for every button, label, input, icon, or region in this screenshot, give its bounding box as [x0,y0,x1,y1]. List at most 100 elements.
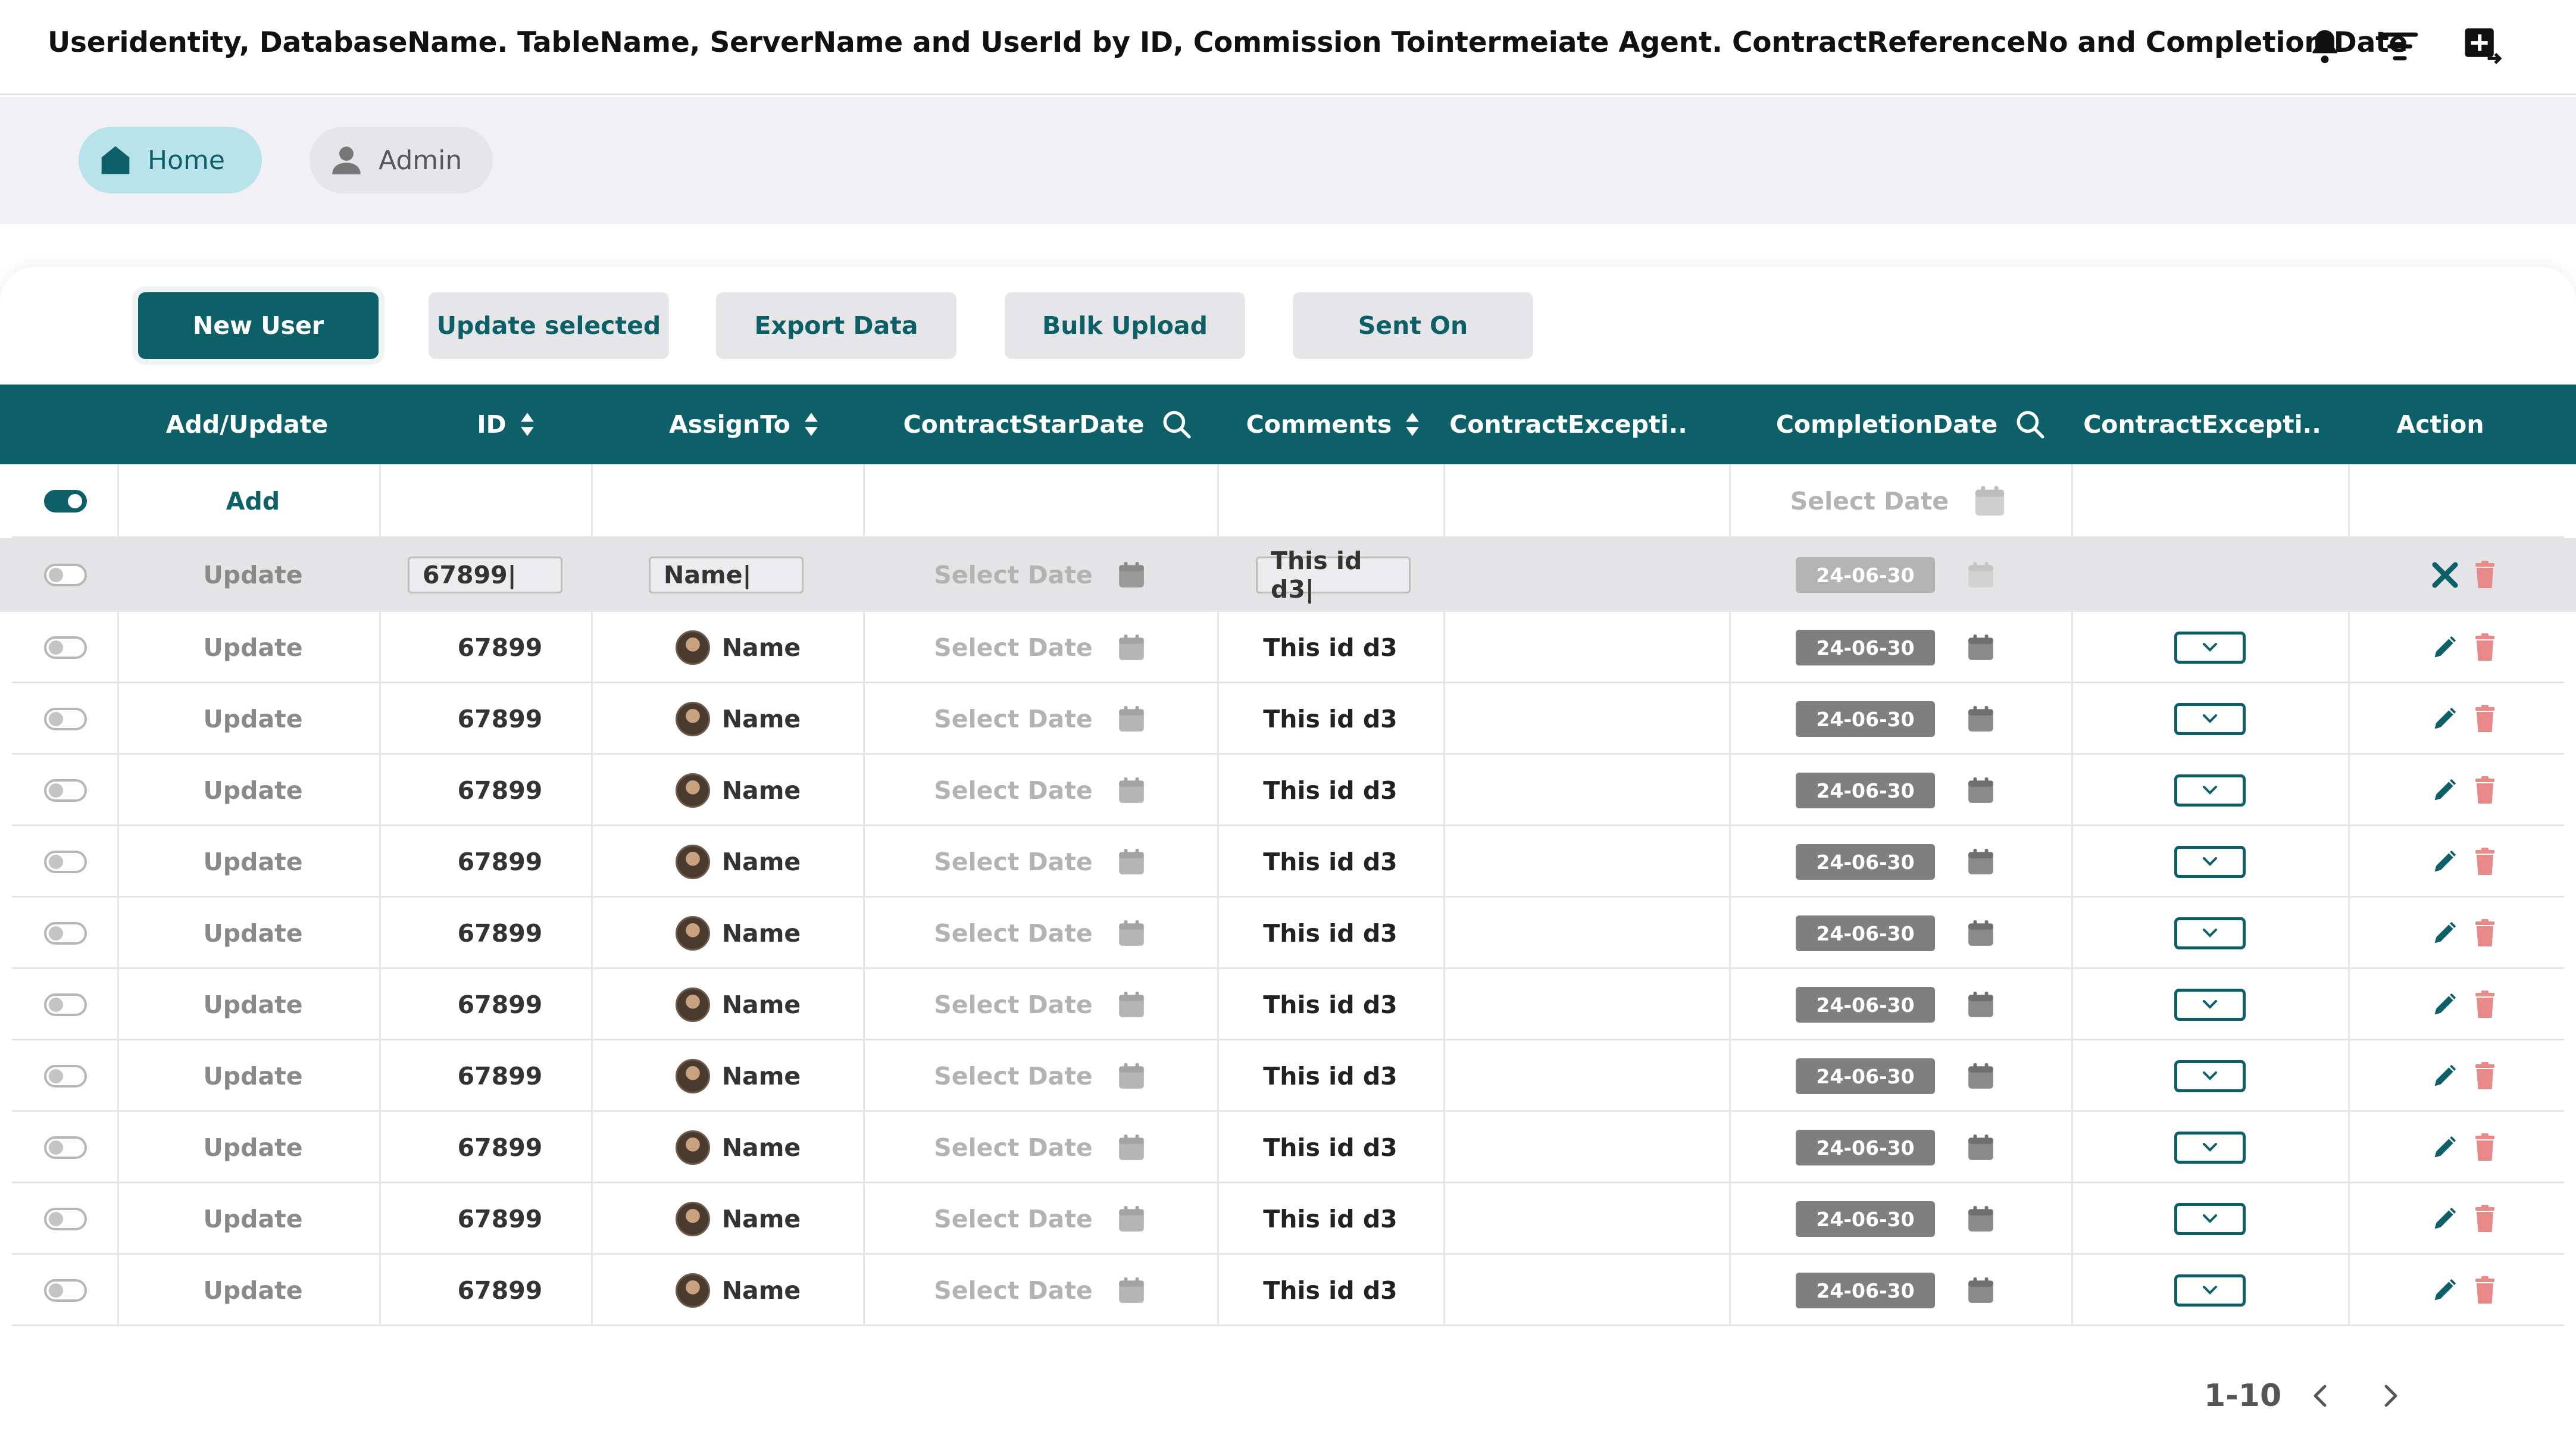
calendar-icon[interactable] [1117,918,1146,948]
start-date-placeholder[interactable]: Select Date [934,705,1092,733]
edit-icon[interactable] [2431,992,2458,1018]
calendar-icon[interactable] [1966,1061,1996,1091]
contract-exception-dropdown[interactable] [2174,917,2246,949]
update-link[interactable]: Update [203,990,302,1019]
completion-date-badge[interactable]: 24-06-30 [1796,987,1935,1023]
col-contract-start-date[interactable]: ContractStarDate [863,385,1232,464]
contract-exception-dropdown[interactable] [2174,1132,2246,1164]
chevron-right-icon[interactable] [2370,1375,2412,1417]
bulk-upload-button[interactable]: Bulk Upload [1005,292,1245,359]
row-toggle[interactable] [44,636,87,659]
col-id[interactable]: ID [393,385,619,464]
calendar-icon[interactable] [1966,847,1996,877]
trash-icon[interactable] [2473,990,2497,1020]
sort-icon[interactable] [520,411,535,438]
update-link[interactable]: Update [203,776,302,805]
sort-icon[interactable] [804,411,819,438]
edit-icon[interactable] [2431,1206,2458,1232]
calendar-icon[interactable] [1966,1133,1996,1162]
trash-icon[interactable] [2473,1061,2497,1091]
contract-exception-dropdown[interactable] [2174,1060,2246,1092]
row-toggle[interactable] [44,1208,87,1230]
calendar-icon[interactable] [1117,1276,1146,1305]
update-link[interactable]: Update [203,1276,302,1305]
start-date-placeholder[interactable]: Select Date [934,1062,1092,1090]
calendar-icon[interactable] [1117,990,1146,1020]
update-link[interactable]: Update [203,705,302,733]
start-date-placeholder[interactable]: Select Date [934,633,1092,662]
completion-date-badge[interactable]: 24-06-30 [1796,915,1935,951]
start-date-placeholder[interactable]: Select Date [934,848,1092,876]
export-data-button[interactable]: Export Data [716,292,956,359]
edit-icon[interactable] [2431,849,2458,875]
contract-exception-dropdown[interactable] [2174,703,2246,735]
bell-icon[interactable] [2299,20,2351,73]
completion-date-placeholder[interactable]: Select Date [1790,487,1949,515]
new-user-button[interactable]: New User [138,292,379,359]
update-link[interactable]: Update [203,848,302,876]
edit-icon[interactable] [2431,1277,2458,1304]
row-toggle[interactable] [44,1065,87,1088]
calendar-icon[interactable] [1966,990,1996,1020]
trash-icon[interactable] [2473,776,2497,805]
nav-admin-tab[interactable]: Admin [310,127,493,193]
sent-on-button[interactable]: Sent On [1293,292,1533,359]
cancel-edit-icon[interactable] [2431,561,2459,589]
calendar-icon[interactable] [1966,1204,1996,1234]
search-icon[interactable] [1162,410,1192,439]
update-link[interactable]: Update [203,1205,302,1233]
start-date-placeholder[interactable]: Select Date [934,919,1092,948]
calendar-icon[interactable] [1117,1204,1146,1234]
edit-icon[interactable] [2431,920,2458,946]
row-toggle[interactable] [44,993,87,1016]
completion-date-badge[interactable]: 24-06-30 [1796,773,1935,808]
calendar-icon[interactable] [1966,1276,1996,1305]
row-toggle[interactable] [44,851,87,873]
calendar-icon[interactable] [1117,847,1146,877]
calendar-icon[interactable] [1966,560,1996,590]
row-toggle[interactable] [44,1136,87,1159]
completion-date-badge[interactable]: 24-06-30 [1796,630,1935,665]
nav-home-tab[interactable]: Home [79,127,262,193]
update-link[interactable]: Update [203,1062,302,1090]
contract-exception-dropdown[interactable] [2174,1203,2246,1235]
col-completion-date[interactable]: CompletionDate [1744,385,2077,464]
name-edit-input[interactable]: Name| [649,557,804,593]
export-file-icon[interactable] [2457,20,2509,73]
trash-icon[interactable] [2473,918,2497,948]
calendar-icon[interactable] [1117,1061,1146,1091]
calendar-icon[interactable] [1966,704,1996,734]
start-date-placeholder[interactable]: Select Date [934,561,1092,589]
completion-date-badge[interactable]: 24-06-30 [1796,557,1935,593]
calendar-icon[interactable] [1966,918,1996,948]
start-date-placeholder[interactable]: Select Date [934,1133,1092,1162]
calendar-icon[interactable] [1117,633,1146,662]
row-toggle[interactable] [44,564,87,586]
calendar-icon[interactable] [1117,776,1146,805]
trash-icon[interactable] [2473,1133,2497,1162]
col-assign-to[interactable]: AssignTo [625,385,863,464]
calendar-icon[interactable] [1117,560,1146,590]
add-row-toggle[interactable] [44,490,87,512]
col-comments[interactable]: Comments [1214,385,1452,464]
completion-date-badge[interactable]: 24-06-30 [1796,1273,1935,1308]
trash-icon[interactable] [2473,1204,2497,1234]
menu-lines-icon[interactable] [2374,20,2426,73]
contract-exception-dropdown[interactable] [2174,1274,2246,1307]
contract-exception-dropdown[interactable] [2174,846,2246,878]
calendar-icon[interactable] [1117,704,1146,734]
trash-icon[interactable] [2473,633,2497,662]
chevron-left-icon[interactable] [2299,1375,2341,1417]
start-date-placeholder[interactable]: Select Date [934,1276,1092,1305]
start-date-placeholder[interactable]: Select Date [934,776,1092,805]
comment-edit-input[interactable]: This id d3| [1256,546,1411,604]
trash-icon[interactable] [2473,847,2497,877]
update-selected-button[interactable]: Update selected [429,292,669,359]
update-link[interactable]: Update [203,919,302,948]
completion-date-badge[interactable]: 24-06-30 [1796,844,1935,880]
sort-icon[interactable] [1405,411,1420,438]
id-edit-input[interactable]: 67899| [408,557,562,593]
calendar-icon[interactable] [1972,484,2007,518]
completion-date-badge[interactable]: 24-06-30 [1796,701,1935,737]
trash-icon[interactable] [2473,1276,2497,1305]
